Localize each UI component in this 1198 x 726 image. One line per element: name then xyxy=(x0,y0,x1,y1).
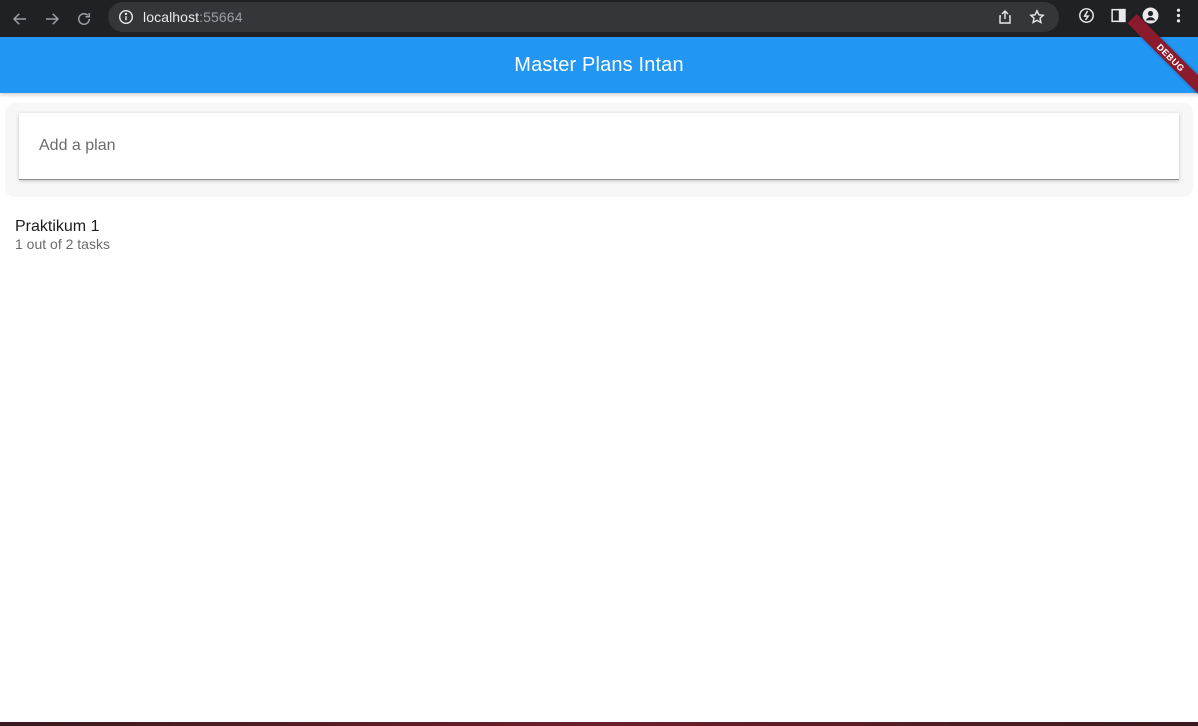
menu-icon[interactable] xyxy=(1166,0,1190,30)
plan-name: Praktikum 1 xyxy=(15,218,100,235)
info-icon[interactable] xyxy=(118,9,134,25)
plan-list: Praktikum 1 1 out of 2 tasks xyxy=(0,208,1198,260)
extension-icon[interactable] xyxy=(1070,0,1102,30)
add-plan-card xyxy=(19,113,1179,180)
address-bar[interactable]: localhost:55664 xyxy=(108,2,1059,32)
url-port: :55664 xyxy=(199,9,243,25)
app-title: Master Plans Intan xyxy=(514,53,684,76)
url-host: localhost xyxy=(143,9,200,25)
window-bottom-edge xyxy=(0,722,1198,726)
back-icon[interactable] xyxy=(4,4,36,34)
share-icon[interactable] xyxy=(989,2,1021,32)
browser-toolbar: localhost:55664 xyxy=(0,0,1198,37)
plan-list-item[interactable]: Praktikum 1 1 out of 2 tasks xyxy=(0,208,1198,260)
add-plan-input[interactable] xyxy=(19,113,1179,179)
url-text: localhost:55664 xyxy=(143,9,243,25)
forward-icon[interactable] xyxy=(36,4,68,34)
star-icon[interactable] xyxy=(1021,2,1053,32)
reload-icon[interactable] xyxy=(68,4,100,34)
app-bar: Master Plans Intan xyxy=(0,37,1198,93)
plan-progress: 1 out of 2 tasks xyxy=(15,236,110,252)
